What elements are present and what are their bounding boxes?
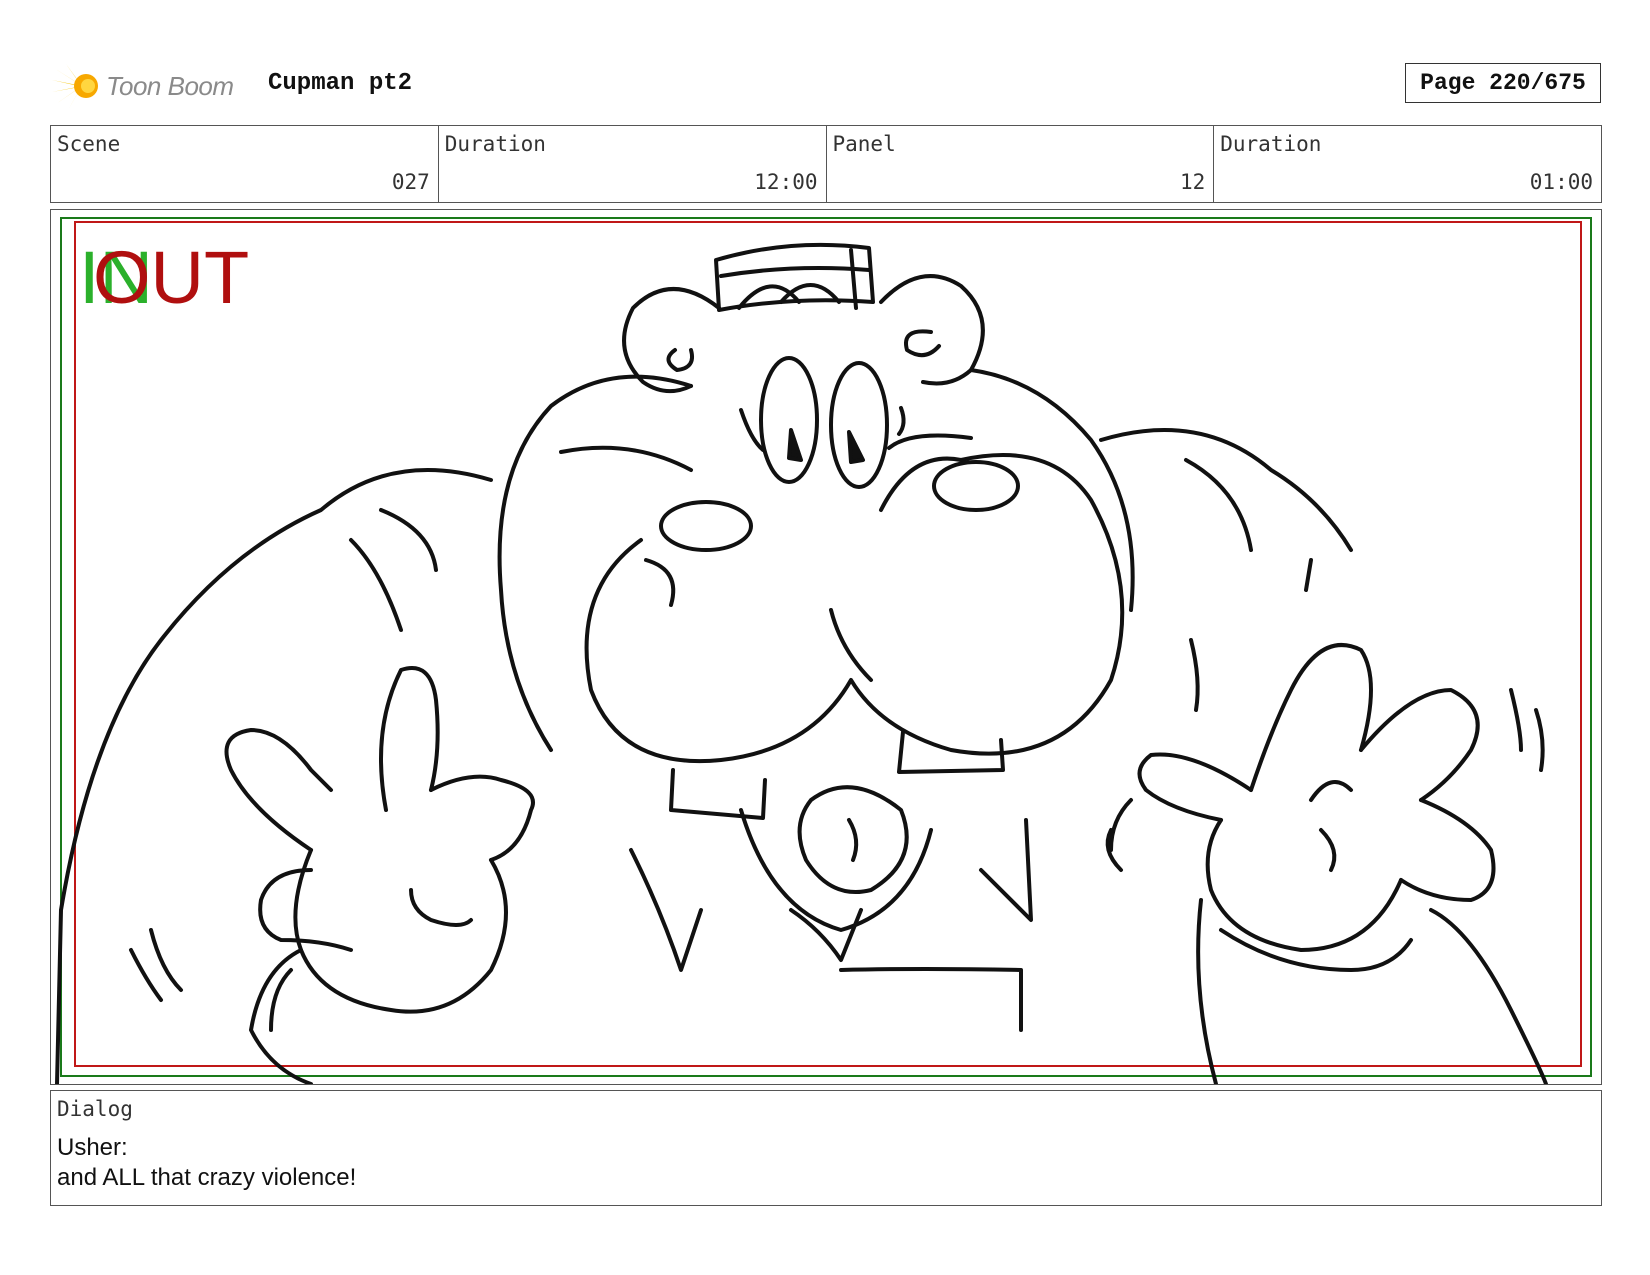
scene-duration-label: Duration <box>444 132 546 156</box>
dialog-label: Dialog <box>57 1097 133 1121</box>
dialog-line: and ALL that crazy violence! <box>57 1164 357 1191</box>
dialog-speaker: Usher: <box>57 1134 128 1161</box>
dialog-box: Dialog Usher: and ALL that crazy violenc… <box>50 1090 1602 1206</box>
panel-duration-cell: Duration 01:00 <box>1214 126 1601 202</box>
character-sketch <box>55 242 1548 1084</box>
panel-cell: Panel 12 <box>827 126 1215 202</box>
panel-label: Panel <box>832 132 896 156</box>
dialog-text: Usher: and ALL that crazy violence! <box>57 1133 356 1193</box>
panel-drawing <box>55 217 1592 1084</box>
panel-value: 12 <box>1179 170 1206 194</box>
in-out-marker: IN OUT <box>79 238 279 318</box>
panel-duration-value: 01:00 <box>1529 170 1593 194</box>
storyboard-panel: IN OUT <box>50 209 1602 1085</box>
out-marker: OUT <box>93 236 250 319</box>
scene-duration-cell: Duration 12:00 <box>439 126 827 202</box>
scene-label: Scene <box>57 132 121 156</box>
scene-cell: Scene 027 <box>51 126 439 202</box>
scene-value: 027 <box>391 170 430 194</box>
page-number: Page 220/675 <box>1405 63 1601 103</box>
scene-info-row: Scene 027 Duration 12:00 Panel 12 Durati… <box>50 125 1602 203</box>
safe-frame-outer <box>60 217 1592 1077</box>
project-title: Cupman pt2 <box>268 70 413 97</box>
scene-duration-value: 12:00 <box>754 170 818 194</box>
logo-text: Toon Boom <box>106 70 234 101</box>
toon-boom-logo: Toon Boom <box>52 58 252 114</box>
panel-duration-label: Duration <box>1220 132 1322 156</box>
starburst-icon <box>52 64 98 110</box>
